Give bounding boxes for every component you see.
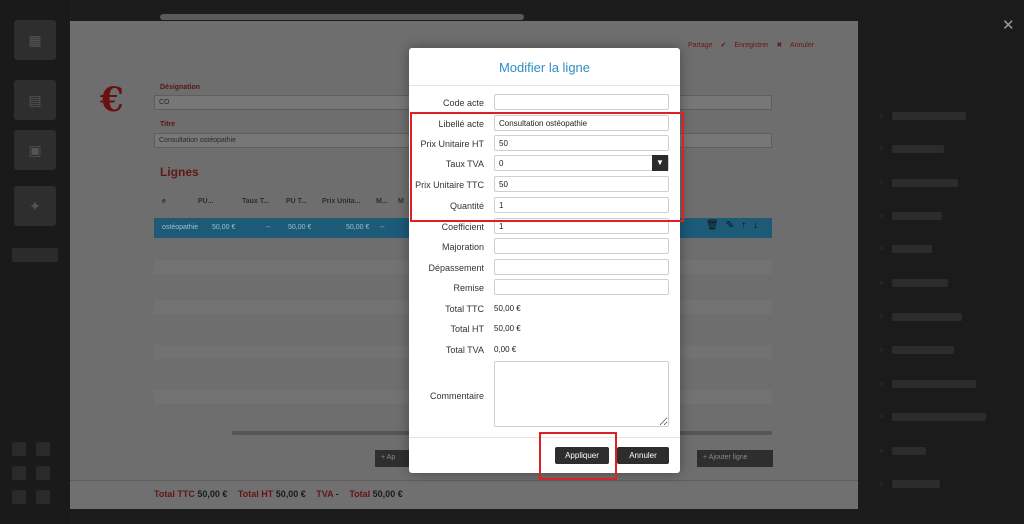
right-menu-item[interactable]: › bbox=[880, 344, 954, 356]
rail-icon-2[interactable] bbox=[36, 442, 50, 456]
euro-icon: € bbox=[100, 80, 124, 120]
add-line-button-partial[interactable]: + Ap bbox=[375, 450, 409, 467]
lignes-title: Lignes bbox=[160, 165, 199, 179]
total-label: Total bbox=[349, 489, 371, 499]
right-menu-item[interactable]: › bbox=[880, 277, 948, 289]
remise-input[interactable] bbox=[494, 279, 669, 295]
total-ht-value: 50,00 € bbox=[275, 489, 306, 499]
total-tva-value: 0,00 € bbox=[494, 345, 517, 354]
designation-label: Désignation bbox=[160, 84, 201, 91]
totals-summary: Total TTC 50,00 € Total HT 50,00 € TVA -… bbox=[154, 489, 411, 499]
table-cell: 50,00 € bbox=[288, 224, 312, 231]
total-ttc-value: 50,00 € bbox=[197, 489, 228, 499]
table-header-cell[interactable]: Prix Unita... bbox=[322, 198, 361, 205]
rail-icon-6[interactable] bbox=[36, 490, 50, 504]
tva-label: TVA bbox=[316, 489, 334, 499]
top-search-bar bbox=[160, 14, 524, 20]
total-ttc-value: 50,00 € bbox=[494, 304, 521, 313]
left-sidebar: ▦ ▤ ▣ ✦ bbox=[0, 0, 70, 524]
tva-value: - bbox=[335, 489, 339, 499]
majoration-input[interactable] bbox=[494, 238, 669, 254]
table-header-cell[interactable]: M... bbox=[376, 198, 388, 205]
right-menu-item[interactable]: › bbox=[880, 378, 976, 390]
check-icon: ✔ bbox=[720, 42, 727, 49]
save-button[interactable]: Enregistrer bbox=[734, 42, 768, 49]
majoration-label: Majoration bbox=[441, 242, 484, 252]
total-tva-label: Total TVA bbox=[445, 345, 484, 355]
table-cell: -- bbox=[266, 224, 271, 231]
table-cell: ostéopathie bbox=[162, 224, 199, 231]
table-header-cell[interactable]: PU T... bbox=[286, 198, 307, 205]
commentaire-label: Commentaire bbox=[429, 391, 484, 401]
cancel-link[interactable]: Annuler bbox=[790, 42, 814, 49]
coefficient-label: Coefficient bbox=[441, 222, 484, 232]
contacts-icon[interactable]: ▣ bbox=[14, 130, 56, 170]
right-menu-item[interactable]: › bbox=[880, 478, 940, 490]
rail-icon-3[interactable] bbox=[12, 466, 26, 480]
total-ht-label: Total HT bbox=[237, 489, 274, 499]
calendar-icon[interactable]: ▤ bbox=[14, 80, 56, 120]
rail-icon-5[interactable] bbox=[12, 490, 26, 504]
group-icon[interactable]: ✦ bbox=[14, 186, 56, 226]
rail-badge bbox=[12, 248, 58, 262]
rail-icon-1[interactable] bbox=[12, 442, 26, 456]
total-ttc-label: Total TTC bbox=[445, 304, 484, 314]
commentaire-textarea[interactable] bbox=[494, 361, 669, 427]
total-ht-label: Total HT bbox=[450, 324, 484, 334]
arrow-up-icon[interactable]: ↑ bbox=[741, 220, 746, 231]
cross-icon: ✖ bbox=[776, 42, 783, 49]
table-cell: -- bbox=[380, 224, 385, 231]
depassement-input[interactable] bbox=[494, 259, 669, 275]
right-menu-item[interactable]: › bbox=[880, 411, 986, 423]
total-ttc-label: Total TTC bbox=[154, 489, 195, 499]
code-acte-input[interactable] bbox=[494, 94, 669, 110]
titre-label: Titre bbox=[160, 121, 176, 128]
table-header-cell[interactable]: e bbox=[162, 198, 166, 205]
right-menu-item[interactable]: › bbox=[880, 311, 962, 323]
total-ht-value: 50,00 € bbox=[494, 324, 521, 333]
code-acte-label: Code acte bbox=[442, 98, 484, 108]
arrow-down-icon[interactable]: ↓ bbox=[753, 220, 758, 231]
right-menu-item[interactable]: › bbox=[880, 243, 932, 255]
annotation-highlight-fields bbox=[410, 112, 684, 222]
share-button[interactable]: Partage bbox=[688, 42, 713, 49]
row-actions: 🗑 ✎ ↑ ↓ bbox=[706, 220, 765, 231]
annotation-highlight-apply bbox=[539, 432, 617, 480]
right-menu-item[interactable]: › bbox=[880, 143, 944, 155]
add-line-button[interactable]: + Ajouter ligne bbox=[697, 450, 773, 467]
total-value: 50,00 € bbox=[372, 489, 403, 499]
right-menu-item[interactable]: › bbox=[880, 210, 942, 222]
right-menu-item[interactable]: › bbox=[880, 177, 958, 189]
pencil-icon[interactable]: ✎ bbox=[726, 220, 734, 231]
cancel-button[interactable]: Annuler bbox=[617, 447, 669, 464]
table-header: e PU... Taux T... PU T... Prix Unita... … bbox=[154, 195, 410, 211]
right-menu-item[interactable]: › bbox=[880, 110, 966, 122]
modal-divider bbox=[409, 85, 680, 86]
panel-actions: Partage ✔ Enregistrer ✖ Annuler bbox=[688, 41, 820, 49]
modal-title: Modifier la ligne bbox=[498, 60, 591, 75]
table-cell: 50,00 € bbox=[346, 224, 370, 231]
close-icon[interactable]: ✕ bbox=[1002, 16, 1015, 34]
dashboard-icon[interactable]: ▦ bbox=[14, 20, 56, 60]
right-menu-item[interactable]: › bbox=[880, 445, 926, 457]
table-cell: 50,00 € bbox=[212, 224, 236, 231]
remise-label: Remise bbox=[453, 283, 484, 293]
table-header-cell[interactable]: PU... bbox=[198, 198, 214, 205]
table-header-cell[interactable]: Taux T... bbox=[242, 198, 269, 205]
rail-icon-4[interactable] bbox=[36, 466, 50, 480]
trash-icon[interactable]: 🗑 bbox=[706, 220, 719, 231]
depassement-label: Dépassement bbox=[428, 263, 484, 273]
